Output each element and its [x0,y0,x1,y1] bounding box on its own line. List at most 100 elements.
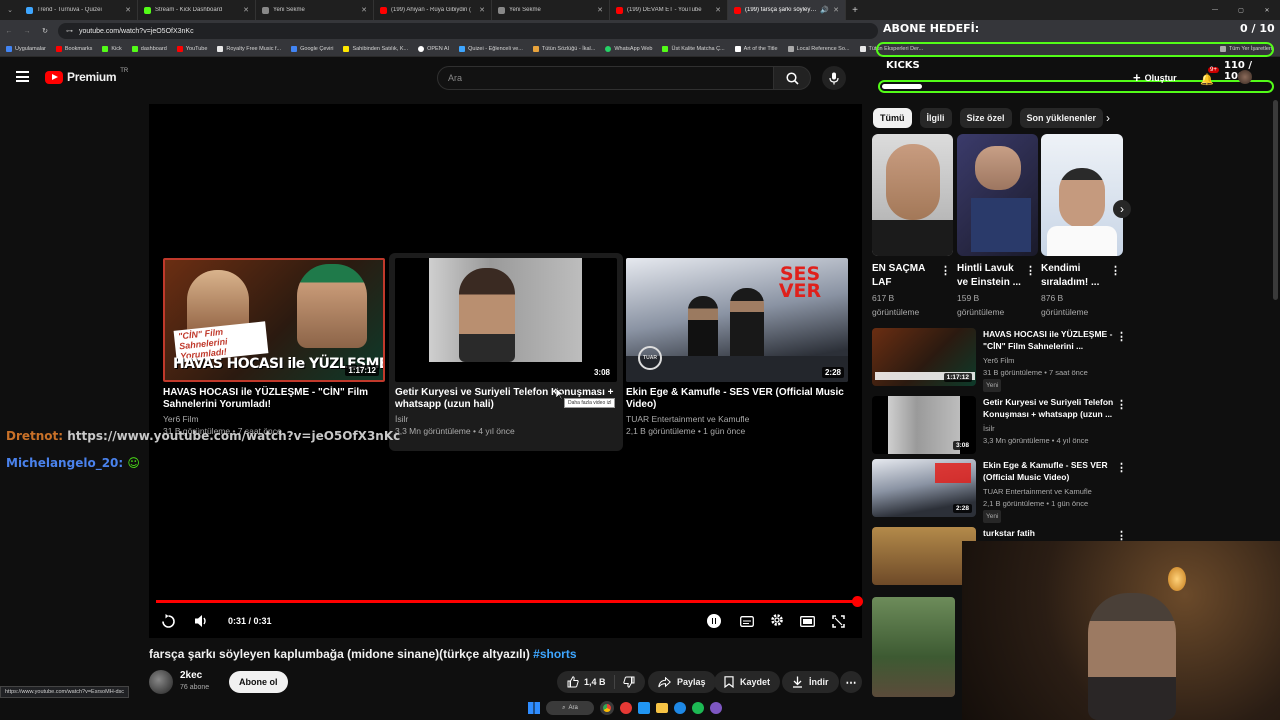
url-field[interactable]: ⊶ youtube.com/watch?v=jeO5OfX3nKc [58,23,878,39]
endscreen-title[interactable]: HAVAS HOCASI ile YÜZLEŞME - "CİN" Film S… [163,387,385,411]
tab-close-icon[interactable]: ✕ [125,6,131,14]
browser-tab[interactable]: Trend - Turnuva - Quizei ✕ [20,0,138,20]
tab-close-icon[interactable]: ✕ [597,6,603,14]
sidebar-video-channel[interactable]: TUAR Entertainment ve Kamufle [983,486,1092,497]
reload-icon[interactable]: ↻ [36,27,54,35]
sidebar-thumbnail[interactable]: 2:28 [872,459,976,517]
dislike-button[interactable] [615,676,645,688]
bookmark-item[interactable]: Google Çeviri [291,46,333,52]
bookmark-item[interactable]: Sahibinden Satılık, K... [343,46,408,52]
more-icon[interactable]: ⋮ [1116,531,1127,542]
save-button[interactable]: Kaydet [714,671,781,693]
endscreen-channel[interactable]: Yer6 Film [163,413,385,425]
browser-tab[interactable]: Yeni Sekme ✕ [256,0,374,20]
site-info-icon[interactable]: ⊶ [66,27,73,35]
shorts-thumbnail[interactable] [1041,134,1123,256]
endscreen-title[interactable]: Ekin Ege & Kamufle - SES VER (Official M… [626,387,848,411]
endscreen-thumbnail[interactable]: "CİN" Film Sahnelerini Yorumladı! HAVAS … [163,258,385,382]
page-scrollbar[interactable] [1273,100,1278,300]
maximize-icon[interactable]: ▢ [1228,7,1254,14]
sidebar-video[interactable]: 2:28 Ekin Ege & Kamufle - SES VER (Offic… [872,459,1132,523]
channel-name[interactable]: 2kec [180,670,202,681]
tab-close-icon[interactable]: ✕ [715,6,721,14]
tab-close-icon[interactable]: ✕ [243,6,249,14]
sidebar-video-channel[interactable]: İsilr [983,423,995,434]
browser-tab-active[interactable]: (199) farsça şarkı söyleyen 🔊 ✕ [728,0,846,20]
tab-close-icon[interactable]: ✕ [833,6,839,14]
mute-button[interactable] [192,612,210,630]
sidebar-thumbnail[interactable]: 4 [872,527,976,585]
search-input[interactable]: Ara [448,73,462,83]
subscribe-button[interactable]: Abone ol [229,671,288,693]
chip-related[interactable]: İlgili [919,108,952,128]
bookmark-item[interactable]: dashboard [131,46,167,52]
tab-close-icon[interactable]: ✕ [479,6,485,14]
fullscreen-button[interactable] [830,613,846,629]
notifications-button[interactable]: 🔔 9+ [1200,67,1219,86]
more-icon[interactable]: ⋮ [1025,266,1036,277]
sidebar-video[interactable]: 3:08 Getir Kuryesi ve Suriyeli Telefon K… [872,396,1132,456]
sidebar-video-channel[interactable]: Yer6 Film [983,355,1014,366]
close-window-icon[interactable]: ✕ [1254,7,1280,14]
endscreen-card[interactable]: SES VER TUAR 2:28 Ekin Ege & Kamufle - S… [626,258,848,437]
browser-tab[interactable]: (199) DEVAM ET - YouTube ✕ [610,0,728,20]
bookmark-item[interactable]: WhatsApp Web [605,46,652,52]
guide-menu-icon[interactable] [16,71,29,82]
folder-taskbar-icon[interactable] [656,703,668,713]
sidebar-thumbnail[interactable]: 1:17:12 [872,328,976,386]
progress-bar[interactable] [156,596,863,607]
shorts-thumbnail[interactable] [872,134,953,256]
endscreen-thumbnail[interactable]: SES VER TUAR 2:28 [626,258,848,382]
bookmark-item[interactable]: Kick [102,46,122,52]
youtube-logo[interactable]: Premium TR [45,68,128,84]
more-actions-button[interactable]: ⋯ [840,671,862,693]
channel-avatar[interactable] [149,670,173,694]
endscreen-card[interactable]: 3:08 Getir Kuryesi ve Suriyeli Telefon K… [395,258,617,437]
replay-button[interactable] [159,612,177,630]
share-button[interactable]: Paylaş [648,671,716,693]
bookmark-item[interactable]: Tütün Sözlüğü - İkal... [532,46,595,52]
back-icon[interactable]: ← [0,28,18,35]
minimize-icon[interactable]: — [1202,7,1228,13]
taskbar-search[interactable]: ⌕ Ara [546,701,594,715]
start-icon[interactable] [528,702,540,714]
chip-all[interactable]: Tümü [873,108,912,128]
endscreen-card[interactable]: "CİN" Film Sahnelerini Yorumladı! HAVAS … [163,258,385,437]
shorts-title[interactable]: EN SAÇMA LAF [872,262,932,290]
shorts-title[interactable]: Hintli Lavuk ve Einstein ... [957,262,1021,290]
search-box[interactable]: Ara [437,66,774,90]
bookmark-item[interactable]: Art of the Title [734,46,778,52]
bookmark-item[interactable]: Royalty Free Music f... [217,46,281,52]
bookmark-item[interactable]: Uygulamalar [6,46,46,52]
chip-for-you[interactable]: Size özel [959,108,1012,128]
sidebar-thumbnail[interactable] [872,597,955,697]
endscreen-channel[interactable]: TUAR Entertainment ve Kamufle [626,413,848,425]
spotify-taskbar-icon[interactable] [692,702,704,714]
search-button[interactable] [773,66,811,90]
app-taskbar-icon[interactable] [620,702,632,714]
scrubber-handle[interactable] [852,596,863,607]
tab-search-icon[interactable]: ⌄ [0,0,20,20]
bookmark-item[interactable]: Üst Kalite Matcha Ç... [662,46,725,52]
store-taskbar-icon[interactable] [638,702,650,714]
hashtag-link[interactable]: #shorts [533,647,576,661]
endscreen-thumbnail[interactable]: 3:08 [395,258,617,382]
account-avatar[interactable] [1238,70,1252,84]
more-icon[interactable]: ⋮ [1116,463,1127,474]
autoplay-toggle[interactable] [707,614,721,628]
download-button[interactable]: İndir [782,671,839,693]
more-icon[interactable]: ⋮ [1116,332,1127,343]
bookmark-item[interactable]: YouTube [176,46,207,52]
like-button[interactable]: 1,4 B [557,675,615,689]
bookmark-item[interactable]: Local Reference So... [787,46,850,52]
shorts-next-button[interactable]: › [1113,200,1131,218]
bookmark-item[interactable]: Quizei - Eğlenceli ve... [459,46,523,52]
browser-tab[interactable]: (199) Ahiyan - Rüya Gibiydin (✕ [374,0,492,20]
subtitles-button[interactable] [739,613,755,629]
endscreen-channel[interactable]: İsilr [395,413,617,425]
shorts-thumbnail[interactable] [957,134,1038,256]
sidebar-video[interactable]: 1:17:12 HAVAS HOCASI ile YÜZLEŞME - "CİN… [872,328,1132,392]
more-icon[interactable]: ⋮ [1110,266,1121,277]
new-tab-button[interactable]: + [846,0,864,20]
bookmark-item[interactable]: OPEN AI [418,46,449,52]
